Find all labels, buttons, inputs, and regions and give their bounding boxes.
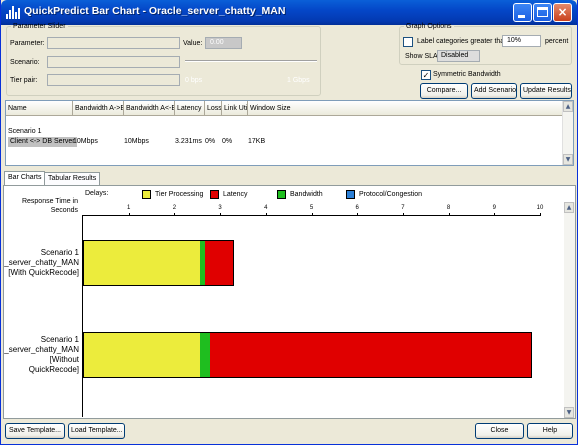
row-bandwidth-ab-cell: 10Mbps xyxy=(73,138,98,145)
scroll-down-icon[interactable]: ▼ xyxy=(563,154,573,165)
show-sla-label: Show SLA: xyxy=(405,53,440,60)
row-window-size-cell: 17KB xyxy=(248,138,266,145)
chart-scroll-up-icon[interactable]: ▲ xyxy=(564,202,574,213)
tier-pair-label: Tier pair: xyxy=(10,77,38,84)
checkmark-icon: ✓ xyxy=(422,71,430,80)
value-field[interactable]: 0.00 xyxy=(205,37,242,49)
x-tick-label-1: 1 xyxy=(127,205,131,211)
x-tick-label-7: 7 xyxy=(401,205,405,211)
bar-segment-tier-processing-1[interactable] xyxy=(83,240,200,286)
row-bandwidth-ba-cell: 10Mbps xyxy=(124,138,149,145)
column-header-name[interactable]: Name xyxy=(6,101,73,116)
minimize-icon xyxy=(518,15,525,18)
x-tick-label-10: 10 xyxy=(536,205,544,211)
parameter-slider-track[interactable] xyxy=(185,60,317,62)
threshold-field[interactable]: 10% xyxy=(502,35,541,47)
results-scrollbar[interactable]: ▲ ▼ xyxy=(562,101,573,165)
quickpredict-window: QuickPredict Bar Chart - Oracle_server_c… xyxy=(0,0,578,445)
results-table[interactable]: Name Bandwidth A->B Bandwidth A<-B Laten… xyxy=(5,100,574,166)
percent-label: percent xyxy=(545,38,569,45)
window-title: QuickPredict Bar Chart - Oracle_server_c… xyxy=(24,5,286,17)
maximize-button[interactable] xyxy=(533,3,552,22)
range-min-label: 0 bps xyxy=(185,77,203,84)
maximize-icon xyxy=(537,7,548,17)
chart-scrollbar-track[interactable]: ▲ ▼ xyxy=(564,202,575,418)
legend-swatch-protocol-congestion xyxy=(346,190,355,199)
chart-scroll-down-icon[interactable]: ▼ xyxy=(564,407,574,418)
x-tick-label-2: 2 xyxy=(172,205,177,211)
scenario-label: Scenario: xyxy=(10,59,40,66)
column-header-latency[interactable]: Latency xyxy=(175,101,205,116)
scenario-select[interactable] xyxy=(47,56,180,68)
label-categories-label: Label categories greater than xyxy=(417,38,509,45)
symmetric-bandwidth-label: Symmetric Bandwidth xyxy=(433,71,501,78)
legend-label-bandwidth: Bandwidth xyxy=(290,191,323,198)
bar-segment-bandwidth-2[interactable] xyxy=(199,332,210,378)
symmetric-bandwidth-checkbox[interactable]: ✓ xyxy=(421,70,431,80)
bar-category-label-1: Scenario 1 _server_chatty_MAN [With QuickR… xyxy=(4,248,79,277)
x-tick-label-8: 8 xyxy=(446,205,451,211)
row-loss-cell: 0% xyxy=(205,138,216,145)
legend-swatch-tier-processing xyxy=(142,190,151,199)
legend-label-latency: Latency xyxy=(223,191,248,198)
x-axis-title: Response Time in Seconds xyxy=(21,198,78,214)
tab-tabular-results[interactable]: Tabular Results xyxy=(44,172,101,185)
x-tick-label-3: 3 xyxy=(218,205,222,211)
help-button[interactable]: Help xyxy=(527,423,573,439)
bar-chart: Delays: Tier Processing Latency Bandwidth P… xyxy=(4,186,575,418)
parameter-label: Parameter: xyxy=(10,40,45,47)
row-latency-cell: 3.231ms xyxy=(175,138,202,145)
row-link-util-cell: 0% xyxy=(222,138,233,145)
load-template-button[interactable]: Load Template... xyxy=(68,423,125,439)
range-max-label: 1 Gbps xyxy=(287,77,310,84)
x-tick-mark-10 xyxy=(540,213,541,216)
row-name-cell[interactable]: Client <-> DB Server xyxy=(8,137,77,147)
value-label: Value: xyxy=(183,40,203,47)
scenario-group-label[interactable]: Scenario 1 xyxy=(8,127,41,137)
close-icon: × xyxy=(557,5,568,19)
column-header-loss[interactable]: Loss xyxy=(205,101,222,116)
add-scenario-button[interactable]: Add Scenario xyxy=(471,83,517,99)
bar-segment-tier-processing-2[interactable] xyxy=(83,332,200,378)
title-bar[interactable]: QuickPredict Bar Chart - Oracle_server_c… xyxy=(1,0,577,25)
bar-segment-latency-1[interactable] xyxy=(205,240,235,286)
parameter-select[interactable] xyxy=(47,37,180,49)
show-sla-select[interactable]: Disabled xyxy=(437,50,480,62)
column-header-bandwidth-ab[interactable]: Bandwidth A->B xyxy=(73,101,124,116)
minimize-button[interactable] xyxy=(513,3,532,22)
legend-swatch-latency xyxy=(210,190,219,199)
column-header-bandwidth-ba[interactable]: Bandwidth A<-B xyxy=(124,101,175,116)
bar-category-label-2: Scenario 1 _server_chatty_MAN [Without Quic… xyxy=(4,335,79,374)
tier-pair-select[interactable] xyxy=(47,74,180,86)
legend-swatch-bandwidth xyxy=(277,190,286,199)
delays-label: Delays: xyxy=(85,190,109,197)
chart-scrollbar[interactable]: ▲ ▼ xyxy=(564,202,575,418)
x-tick-label-5: 5 xyxy=(309,205,314,211)
tab-bar-charts[interactable]: Bar Charts xyxy=(4,171,46,186)
column-header-window-size[interactable]: Window Size xyxy=(248,101,564,116)
legend-label-tier-processing: Tier Processing xyxy=(155,191,204,198)
x-tick-label-6: 6 xyxy=(355,205,359,211)
scroll-up-icon[interactable]: ▲ xyxy=(563,101,573,112)
close-window-button[interactable]: × xyxy=(553,3,572,22)
bar-chart-app-icon xyxy=(6,6,20,19)
parameter-slider-legend: Parameter Slider xyxy=(13,23,66,30)
graph-options-legend: Graph Options xyxy=(406,23,452,30)
legend-label-protocol-congestion: Protocol/Congestion xyxy=(359,191,423,198)
label-categories-checkbox[interactable] xyxy=(403,37,413,47)
bar-chart-pane: Delays: Tier Processing Latency Bandwidth P… xyxy=(3,185,576,419)
x-axis-line xyxy=(82,215,540,216)
close-button[interactable]: Close xyxy=(475,423,524,439)
compare-button[interactable]: Compare... xyxy=(420,83,468,99)
x-tick-label-4: 4 xyxy=(264,205,268,211)
bar-segment-latency-2[interactable] xyxy=(209,332,532,378)
save-template-button[interactable]: Save Template... xyxy=(5,423,65,439)
column-header-link-util[interactable]: Link Util xyxy=(222,101,248,116)
x-tick-label-9: 9 xyxy=(492,205,496,211)
results-table-header: Name Bandwidth A->B Bandwidth A<-B Laten… xyxy=(6,101,564,116)
update-results-button[interactable]: Update Results xyxy=(520,83,572,99)
